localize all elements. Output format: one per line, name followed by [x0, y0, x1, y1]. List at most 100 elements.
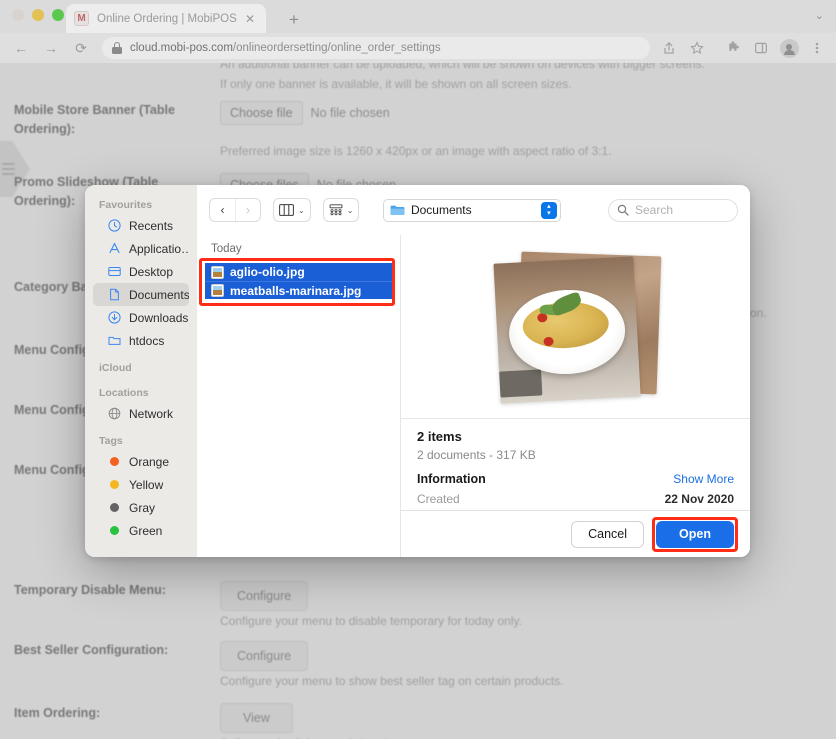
form-row-mobile-store-banner: Mobile Store Banner (Table Ordering):	[14, 101, 214, 139]
browser-tab[interactable]: M Online Ordering | MobiPOS ✕	[66, 4, 266, 33]
clock-icon	[107, 219, 122, 232]
clipped-help-text: on.	[750, 306, 767, 320]
column-view-icon	[279, 204, 294, 216]
top-help-line-1: An additional banner can be uploaded, wh…	[220, 63, 705, 71]
sidebar-group-title-favourites: Favourites	[99, 199, 153, 211]
info-section-heading: Information	[417, 472, 486, 486]
field-label: Mobile Store Banner (Table Ordering):	[14, 103, 175, 136]
file-list-column: Today aglio-olio.jpg meatballs-marinara.…	[197, 235, 401, 557]
form-row-best-seller-configuration: Best Seller Configuration:	[14, 641, 214, 660]
top-help-line-2: If only one banner is available, it will…	[220, 77, 572, 91]
search-placeholder: Search	[635, 203, 674, 217]
configure-button-best-seller[interactable]: Configure	[220, 641, 309, 671]
location-popup-button[interactable]: Documents ▴ ▾	[382, 198, 561, 222]
show-more-link[interactable]: Show More	[673, 472, 734, 486]
choose-file-button[interactable]: Choose file	[220, 101, 303, 125]
sidebar-item-downloads[interactable]: Downloads	[93, 306, 189, 329]
sidebar-item-htdocs[interactable]: htdocs	[93, 329, 189, 352]
sidebar-item-tag-green[interactable]: Green	[93, 519, 189, 542]
blue-folder-icon	[390, 204, 405, 216]
open-button[interactable]: Open	[656, 520, 734, 548]
stepper-icon[interactable]: ▴ ▾	[540, 201, 557, 219]
sidebar-item-recents[interactable]: Recents	[93, 214, 189, 237]
sidebar-item-tag-orange[interactable]: Orange	[93, 450, 189, 473]
chevron-down-icon: ⌄	[346, 205, 354, 215]
sidebar-group-title-icloud: iCloud	[99, 362, 132, 374]
browser-toolbar: ← → ⟳ cloud.mobi-pos.com/onlineordersett…	[0, 33, 836, 63]
view-mode-button[interactable]: ⌄	[273, 198, 311, 222]
sidebar-item-label: Yellow	[129, 477, 164, 492]
sidebar-item-tag-yellow[interactable]: Yellow	[93, 473, 189, 496]
list-item[interactable]: meatballs-marinara.jpg	[205, 281, 392, 299]
sidebar-item-applications[interactable]: Applicatio…	[93, 237, 189, 260]
tag-dot-icon	[107, 457, 122, 466]
search-input[interactable]: Search	[608, 198, 738, 222]
view-button-item-ordering[interactable]: View	[220, 703, 293, 733]
chevron-down-icon: ⌄	[298, 205, 305, 215]
toolbar-icon-group	[656, 35, 836, 61]
forward-icon[interactable]: →	[38, 35, 64, 61]
minimize-window-button[interactable]	[32, 9, 44, 21]
maximize-window-button[interactable]	[52, 9, 64, 21]
dialog-back-button[interactable]: ‹	[210, 199, 235, 221]
mobipos-favicon-icon: M	[74, 11, 89, 26]
sidebar-item-label: Gray	[129, 500, 156, 515]
field-help-text: Configure your menu to show best seller …	[220, 674, 564, 688]
group-by-button[interactable]: ⌄	[322, 198, 360, 222]
sidebar-item-label: htdocs	[129, 333, 165, 348]
downloads-icon	[107, 311, 122, 324]
plank-shadow-decor	[498, 368, 542, 398]
form-row-temporary-disable-menu: Temporary Disable Menu:	[14, 581, 214, 600]
configure-button-temporary-disable[interactable]: Configure	[220, 581, 309, 611]
list-item[interactable]: aglio-olio.jpg	[205, 263, 392, 281]
address-bar-url: cloud.mobi-pos.com/onlineordersetting/on…	[130, 42, 441, 54]
jpg-thumbnail-icon	[211, 284, 224, 297]
address-bar[interactable]: cloud.mobi-pos.com/onlineordersetting/on…	[102, 37, 650, 59]
window-traffic-lights[interactable]	[12, 9, 64, 21]
jpg-thumbnail-icon	[211, 265, 224, 279]
file-picker-dialog: Favourites Recents Applicatio… Desktop D…	[85, 185, 750, 557]
lock-icon	[112, 42, 122, 54]
search-icon	[617, 204, 629, 216]
back-icon[interactable]: ←	[8, 35, 34, 61]
sidebar-item-documents[interactable]: Documents	[93, 283, 189, 306]
cancel-button[interactable]: Cancel	[571, 520, 645, 548]
stepper-down-icon: ▾	[547, 210, 551, 217]
tag-dot-icon	[107, 480, 122, 489]
file-status-text: No file chosen	[310, 106, 390, 120]
dialog-main: ‹ › ⌄ ⌄ Documents ▴ ▾ Search Today aglio…	[197, 185, 750, 557]
sidebar-item-label: Network	[129, 406, 174, 421]
sidebar-item-label: Green	[129, 523, 163, 538]
sidebar-item-label: Documents	[129, 287, 189, 302]
sidebar-item-desktop[interactable]: Desktop	[93, 260, 189, 283]
location-label: Documents	[410, 203, 472, 217]
field-label: Best Seller Configuration:	[14, 643, 169, 657]
sidebar-item-network[interactable]: Network	[93, 402, 189, 425]
file-input-mobile-store-banner[interactable]: Choose file No file chosen	[220, 101, 390, 125]
form-row-item-ordering: Item Ordering:	[14, 704, 214, 723]
side-panel-icon[interactable]	[748, 35, 774, 61]
folder-icon	[107, 334, 122, 347]
document-icon	[107, 288, 122, 301]
chevron-down-icon[interactable]: ⌄	[815, 9, 824, 22]
sidebar-item-label: Downloads	[129, 310, 189, 325]
nav-segmented-control[interactable]: ‹ ›	[209, 198, 261, 222]
info-pane: 2 items 2 documents - 317 KB Information…	[401, 418, 750, 510]
share-icon[interactable]	[656, 35, 682, 61]
reload-icon[interactable]: ⟳	[68, 35, 94, 61]
dialog-body: Today aglio-olio.jpg meatballs-marinara.…	[197, 235, 750, 557]
profile-avatar-icon[interactable]	[776, 35, 802, 61]
extensions-puzzle-icon[interactable]	[720, 35, 746, 61]
more-menu-icon[interactable]	[804, 35, 830, 61]
close-icon[interactable]: ✕	[242, 11, 258, 27]
stepper-up-icon: ▴	[547, 203, 551, 210]
new-tab-button[interactable]: +	[283, 8, 305, 30]
close-window-button[interactable]	[12, 9, 24, 21]
sidebar-item-label: Recents	[129, 218, 174, 233]
sidebar-item-tag-gray[interactable]: Gray	[93, 496, 189, 519]
network-globe-icon	[107, 407, 122, 420]
dialog-footer: Cancel Open	[401, 510, 750, 557]
file-rows: aglio-olio.jpg meatballs-marinara.jpg	[199, 258, 395, 306]
bookmark-star-icon[interactable]	[684, 35, 710, 61]
info-row-created: Created 22 Nov 2020	[417, 492, 734, 510]
